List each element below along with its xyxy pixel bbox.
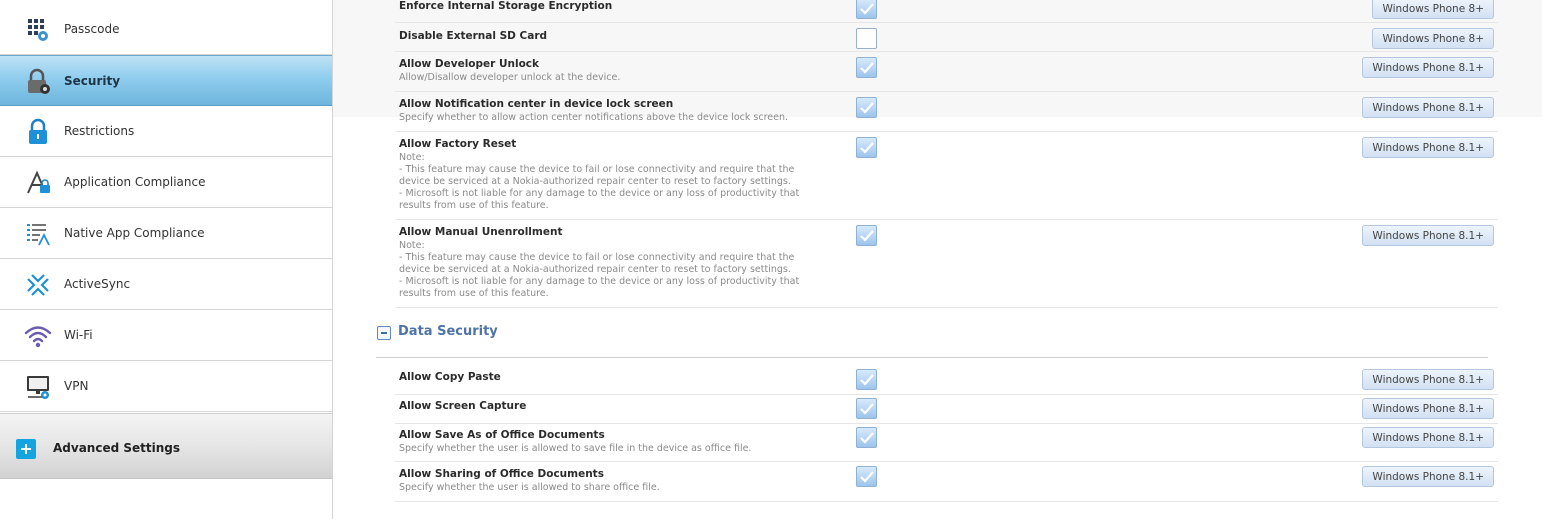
setting-checkbox[interactable] [856,398,877,419]
setting-row-external-sd-card: Disable External SD Card Windows Phone 8… [395,23,1498,52]
sidebar: Passcode Security Restrictions Applicati… [0,0,333,519]
platform-badge: Windows Phone 8.1+ [1362,427,1494,448]
setting-checkbox[interactable] [856,466,877,487]
sidebar-item-label: Passcode [64,22,120,36]
sidebar-item-vpn[interactable]: VPN [0,361,332,412]
setting-description: device be serviced at a Nokia-authorized… [399,176,791,187]
setting-description: Specify whether to allow action center n… [399,112,789,123]
sidebar-item-label: Native App Compliance [64,226,205,240]
sidebar-item-activesync[interactable]: ActiveSync [0,259,332,310]
sidebar-item-native-app-compliance[interactable]: Native App Compliance [0,208,332,259]
setting-checkbox[interactable] [856,57,877,78]
setting-description: Specify whether the user is allowed to s… [399,443,752,454]
activesync-icon [24,271,52,299]
sidebar-item-label: VPN [64,379,89,393]
data-security-section-header[interactable]: Data Security [376,322,1488,358]
setting-row-developer-unlock: Allow Developer Unlock Allow/Disallow de… [395,52,1498,92]
application-compliance-icon [24,169,52,197]
setting-row-internal-storage-encryption: Enforce Internal Storage Encryption Wind… [395,0,1498,23]
setting-checkbox[interactable] [856,137,877,158]
wifi-icon [24,322,52,350]
sidebar-item-label: Security [64,73,121,88]
sidebar-item-label: Application Compliance [64,175,206,189]
platform-badge: Windows Phone 8+ [1372,28,1494,49]
platform-badge: Windows Phone 8.1+ [1362,97,1494,118]
setting-description: - Microsoft is not liable for any damage… [399,276,800,287]
setting-checkbox[interactable] [856,427,877,448]
platform-badge: Windows Phone 8.1+ [1362,225,1494,246]
platform-badge: Windows Phone 8.1+ [1362,57,1494,78]
setting-row-copy-paste: Allow Copy Paste Windows Phone 8.1+ [395,366,1498,395]
setting-row-manual-unenrollment: Allow Manual Unenrollment Note: - This f… [395,220,1498,308]
check-icon [860,230,874,242]
sidebar-item-label: ActiveSync [64,277,131,291]
security-lock-gear-icon [24,68,52,96]
setting-row-save-as-office: Allow Save As of Office Documents Specif… [395,424,1498,462]
sidebar-item-restrictions[interactable]: Restrictions [0,106,332,157]
setting-description: Specify whether the user is allowed to s… [399,482,660,493]
setting-title: Allow Developer Unlock [399,58,540,70]
vpn-monitor-icon [24,373,52,401]
setting-description: Allow/Disallow developer unlock at the d… [399,72,621,83]
setting-checkbox[interactable] [856,28,877,49]
setting-description: device be serviced at a Nokia-authorized… [399,264,791,275]
advanced-settings-label: Advanced Settings [53,441,181,455]
check-icon [860,471,874,483]
sidebar-item-passcode[interactable]: Passcode [0,4,332,55]
setting-title: Allow Manual Unenrollment [399,226,563,238]
check-icon [860,403,874,415]
check-icon [860,3,874,15]
setting-checkbox[interactable] [856,369,877,390]
advanced-settings-button[interactable]: Advanced Settings [0,413,332,479]
check-icon [860,62,874,74]
setting-description: Note: [399,152,425,163]
check-icon [860,102,874,114]
sidebar-item-label: Restrictions [64,124,135,138]
collapse-icon[interactable] [377,326,391,340]
setting-description: - Microsoft is not liable for any damage… [399,188,800,199]
platform-badge: Windows Phone 8+ [1372,0,1494,19]
sidebar-item-security[interactable]: Security [0,55,332,106]
platform-badge: Windows Phone 8.1+ [1362,369,1494,390]
check-icon [860,142,874,154]
setting-row-sharing-office: Allow Sharing of Office Documents Specif… [395,462,1498,502]
native-app-compliance-icon [24,220,52,248]
platform-badge: Windows Phone 8.1+ [1362,137,1494,158]
check-icon [860,432,874,444]
restrictions-lock-icon [24,118,52,146]
sidebar-item-wifi[interactable]: Wi-Fi [0,310,332,361]
setting-description: results from use of this feature. [399,288,549,299]
setting-checkbox[interactable] [856,97,877,118]
platform-badge: Windows Phone 8.1+ [1362,398,1494,419]
section-title: Data Security [398,324,498,339]
setting-checkbox[interactable] [856,225,877,246]
setting-description: results from use of this feature. [399,200,549,211]
setting-checkbox[interactable] [856,0,877,19]
setting-title: Allow Sharing of Office Documents [399,468,604,480]
setting-description: - This feature may cause the device to f… [399,164,795,175]
setting-title: Allow Save As of Office Documents [399,429,605,441]
setting-description: - This feature may cause the device to f… [399,252,795,263]
sidebar-item-application-compliance[interactable]: Application Compliance [0,157,332,208]
check-icon [860,374,874,386]
setting-row-screen-capture: Allow Screen Capture Windows Phone 8.1+ [395,395,1498,424]
setting-title: Allow Screen Capture [399,400,527,412]
platform-badge: Windows Phone 8.1+ [1362,466,1494,487]
setting-title: Disable External SD Card [399,30,548,42]
setting-title: Enforce Internal Storage Encryption [399,0,613,12]
setting-title: Allow Factory Reset [399,138,517,150]
setting-row-notification-center: Allow Notification center in device lock… [395,92,1498,132]
setting-title: Allow Notification center in device lock… [399,98,674,110]
setting-title: Allow Copy Paste [399,371,501,383]
passcode-keypad-icon [24,16,52,44]
sidebar-item-label: Wi-Fi [64,328,93,342]
setting-description: Note: [399,240,425,251]
setting-row-factory-reset: Allow Factory Reset Note: - This feature… [395,132,1498,220]
plus-icon [16,439,36,459]
